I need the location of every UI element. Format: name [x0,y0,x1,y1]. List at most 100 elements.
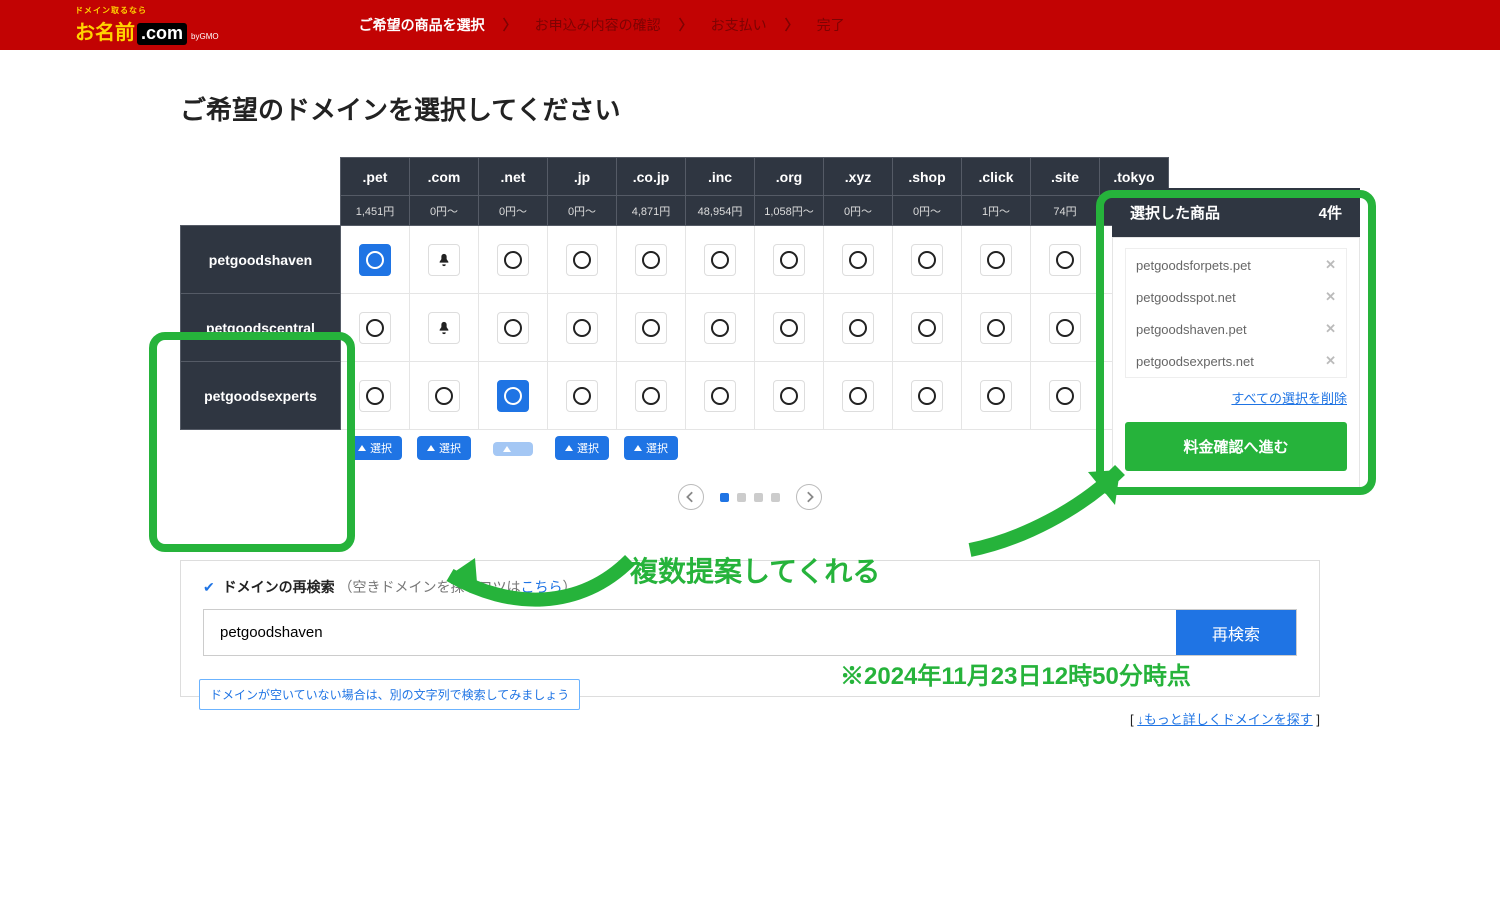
availability-button[interactable] [1049,244,1081,276]
availability-button[interactable] [635,380,667,412]
availability-button[interactable] [911,312,943,344]
availability-button[interactable] [635,244,667,276]
remove-item-button[interactable]: ✕ [1325,321,1336,337]
research-button[interactable]: 再検索 [1176,610,1296,655]
cart-item-list[interactable]: petgoodsforpets.pet✕petgoodsspot.net✕pet… [1125,248,1347,378]
availability-button[interactable] [359,312,391,344]
step-1: ご希望の商品を選択 [359,15,485,35]
proceed-to-checkout-button[interactable]: 料金確認へ進む [1125,422,1347,471]
circle-icon [780,319,798,337]
availability-button[interactable] [842,244,874,276]
availability-button[interactable] [566,312,598,344]
ext-price: 0円〜 [410,196,479,226]
cart-item: petgoodsspot.net ✕ [1126,281,1346,313]
cart-item: petgoodsforpets.pet ✕ [1126,249,1346,281]
clear-all-link[interactable]: すべての選択を削除 [1231,391,1347,406]
domain-name-cell: petgoodscentral [181,294,341,362]
logo-tagline: ドメイン取るなら [75,5,219,16]
remove-item-button[interactable]: ✕ [1325,353,1336,369]
prev-page-button[interactable] [678,484,704,510]
cart-item-name: petgoodsspot.net [1136,290,1236,305]
triangle-up-icon [565,445,573,451]
availability-button[interactable] [497,244,529,276]
availability-button[interactable] [428,380,460,412]
availability-button[interactable] [497,312,529,344]
circle-icon [1056,387,1074,405]
remove-item-button[interactable]: ✕ [1325,257,1336,273]
availability-button[interactable] [773,380,805,412]
circle-icon [711,251,729,269]
availability-button[interactable] [980,312,1012,344]
table-row: petgoodshaven [181,226,1169,294]
ext-header[interactable]: .jp [548,158,617,196]
availability-button[interactable] [773,312,805,344]
select-all-button[interactable]: 選択 [624,436,678,460]
ext-header[interactable]: .org [755,158,824,196]
availability-button[interactable] [980,380,1012,412]
notify-button[interactable] [428,244,460,276]
availability-button[interactable] [704,380,736,412]
ext-price: 48,954円 [686,196,755,226]
circle-icon [918,319,936,337]
page-dot[interactable] [720,493,729,502]
availability-button[interactable] [773,244,805,276]
select-all-button[interactable]: 選択 [348,436,402,460]
circle-icon [504,387,522,405]
research-input[interactable] [204,610,1176,655]
ext-header[interactable]: .net [479,158,548,196]
availability-button[interactable] [566,380,598,412]
availability-button[interactable] [704,312,736,344]
availability-button[interactable] [1049,312,1081,344]
next-page-button[interactable] [796,484,822,510]
cart-item: petgoodsexperts.net ✕ [1126,345,1346,377]
circle-icon [435,387,453,405]
more-search-link[interactable]: ↓もっと詳しくドメインを探す [1137,712,1313,727]
ext-price: 1,058円〜 [755,196,824,226]
notify-button[interactable] [428,312,460,344]
availability-button[interactable] [980,244,1012,276]
ext-header[interactable]: .xyz [824,158,893,196]
availability-button[interactable] [635,312,667,344]
ext-header[interactable]: .co.jp [617,158,686,196]
ext-header[interactable]: .com [410,158,479,196]
step-arrow-icon: 〉 [785,15,799,35]
annotation-text: 複数提案してくれる [630,550,880,590]
availability-button[interactable] [842,380,874,412]
step-arrow-icon: 〉 [679,15,693,35]
availability-button[interactable] [1049,380,1081,412]
select-all-button[interactable]: 選択 [555,436,609,460]
ext-header[interactable]: .site [1031,158,1100,196]
availability-button[interactable] [842,312,874,344]
site-logo[interactable]: ドメイン取るなら お名前 .com byGMO [75,5,219,45]
cart-item-name: petgoodsexperts.net [1136,354,1254,369]
step-arrow-icon: 〉 [503,15,517,35]
availability-button[interactable] [566,244,598,276]
ext-header[interactable]: .click [962,158,1031,196]
page-dot[interactable] [754,493,763,502]
ext-header[interactable]: .inc [686,158,755,196]
triangle-up-icon [427,445,435,451]
table-row: petgoodscentral [181,294,1169,362]
remove-item-button[interactable]: ✕ [1325,289,1336,305]
availability-button[interactable] [911,244,943,276]
ext-header[interactable]: .shop [893,158,962,196]
ext-price: 74円 [1031,196,1100,226]
page-dot[interactable] [771,493,780,502]
page-dot[interactable] [737,493,746,502]
ext-price: 1,451円 [341,196,410,226]
cart-item-name: petgoodsforpets.pet [1136,258,1251,273]
logo-kana: お名前 [75,16,135,45]
availability-button[interactable] [359,244,391,276]
table-row: petgoodsexperts [181,362,1169,430]
circle-icon [780,251,798,269]
ext-header[interactable]: .pet [341,158,410,196]
step-4: 完了 [817,15,845,35]
select-all-button[interactable]: 選択 [417,436,471,460]
availability-button[interactable] [497,380,529,412]
circle-icon [1056,319,1074,337]
select-all-button[interactable] [493,442,533,456]
availability-button[interactable] [704,244,736,276]
availability-button[interactable] [911,380,943,412]
availability-button[interactable] [359,380,391,412]
circle-icon [504,251,522,269]
